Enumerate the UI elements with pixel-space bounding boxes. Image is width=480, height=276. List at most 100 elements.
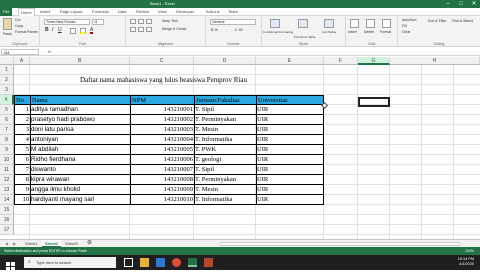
- table-header-cell[interactable]: NPM: [130, 95, 195, 105]
- cell-no[interactable]: 7: [14, 165, 30, 175]
- horizontal-scrollbar[interactable]: [220, 242, 460, 246]
- zoom-level[interactable]: 100%: [465, 247, 474, 255]
- cell-jurusan[interactable]: T. Informatika: [195, 195, 232, 205]
- row-header-selected[interactable]: 4: [0, 95, 14, 105]
- cell-npm[interactable]: 143210007: [131, 165, 193, 175]
- cell-universitas[interactable]: UIR: [257, 105, 268, 115]
- cell-jurusan[interactable]: T. Informatika: [195, 135, 232, 145]
- row-header[interactable]: 14: [0, 195, 14, 205]
- wrap-text-button[interactable]: Wrap Text: [162, 19, 178, 23]
- fill-button[interactable]: Fill: [402, 24, 406, 28]
- font-color-icon[interactable]: A: [90, 28, 94, 34]
- borders-icon[interactable]: [70, 28, 76, 34]
- cell-npm[interactable]: 143210003: [131, 125, 193, 135]
- cell-nama[interactable]: doni latu parisa: [31, 125, 74, 135]
- cell-universitas[interactable]: UIR: [257, 145, 268, 155]
- task-view-icon[interactable]: [124, 258, 133, 267]
- cell-nama[interactable]: antoniyan: [31, 135, 58, 145]
- sheet-tab-active[interactable]: Sheet2: [42, 240, 62, 247]
- row-header[interactable]: 16: [0, 215, 14, 225]
- row-header[interactable]: 8: [0, 135, 14, 145]
- tab-insert[interactable]: Insert: [40, 8, 50, 16]
- cell-no[interactable]: 6: [14, 155, 30, 165]
- find-select-button[interactable]: Find & Select: [452, 19, 473, 23]
- cell-no[interactable]: 9: [14, 185, 30, 195]
- minimize-icon[interactable]: –: [442, 0, 454, 8]
- cell-styles-icon[interactable]: [324, 19, 334, 28]
- cell-nama[interactable]: kipra wirawan: [31, 175, 70, 185]
- sheet-title[interactable]: Daftar nama mahasiswa yang lulus beasisw…: [80, 75, 247, 85]
- cell-jurusan[interactable]: T. Mesin: [195, 185, 218, 195]
- font-family-select[interactable]: Times New Roman: [44, 19, 90, 25]
- align-center-icon[interactable]: [138, 27, 144, 32]
- bold-icon[interactable]: B: [45, 28, 49, 33]
- comma-style-icon[interactable]: ,: [226, 28, 227, 32]
- taskbar-search-input[interactable]: Type here to search: [24, 257, 116, 268]
- column-header[interactable]: B: [30, 57, 130, 65]
- align-left-icon[interactable]: [130, 27, 136, 32]
- cell-jurusan[interactable]: T. Perminyakan: [195, 175, 236, 185]
- align-top-icon[interactable]: [130, 19, 136, 24]
- cell-no[interactable]: 8: [14, 175, 30, 185]
- name-box[interactable]: G4: [1, 49, 39, 55]
- autosum-button[interactable]: AutoSum: [402, 18, 416, 22]
- cell-universitas[interactable]: UIR: [257, 155, 268, 165]
- cell-jurusan[interactable]: T. PWK: [195, 145, 216, 155]
- row-header[interactable]: 5: [0, 105, 14, 115]
- column-header[interactable]: E: [256, 57, 324, 65]
- underline-icon[interactable]: U: [58, 28, 62, 33]
- maximize-icon[interactable]: □: [455, 0, 467, 8]
- sort-filter-button[interactable]: Sort & Filter: [428, 19, 446, 23]
- sheet-tab[interactable]: Sheet1: [22, 240, 41, 247]
- merge-center-button[interactable]: Merge & Center: [162, 27, 187, 31]
- cut-button[interactable]: Cut: [15, 18, 20, 22]
- delete-cells-icon[interactable]: [366, 19, 375, 28]
- row-header[interactable]: 3: [0, 85, 14, 95]
- column-header[interactable]: C: [130, 57, 194, 65]
- align-right-icon[interactable]: [146, 27, 152, 32]
- taskbar-clock[interactable]: 10:14 PM 4/1/2020: [458, 257, 474, 267]
- row-header[interactable]: 10: [0, 155, 14, 165]
- cell-npm[interactable]: 143210005: [131, 145, 193, 155]
- row-header[interactable]: 7: [0, 125, 14, 135]
- cell-no[interactable]: 5: [14, 145, 30, 155]
- row-header[interactable]: 11: [0, 165, 14, 175]
- row-header[interactable]: 12: [0, 175, 14, 185]
- cell-nama[interactable]: Ridho fierdhana: [31, 155, 75, 165]
- column-header-selected[interactable]: G: [358, 57, 390, 65]
- cell-universitas[interactable]: UIR: [257, 185, 268, 195]
- file-explorer-icon[interactable]: [140, 258, 149, 267]
- row-header[interactable]: 15: [0, 205, 14, 215]
- cell-universitas[interactable]: UIR: [257, 135, 268, 145]
- selected-cell[interactable]: [358, 97, 390, 107]
- edge-icon[interactable]: [156, 258, 165, 267]
- column-header[interactable]: F: [324, 57, 358, 65]
- row-header[interactable]: 13: [0, 185, 14, 195]
- tab-file[interactable]: File: [0, 8, 13, 16]
- clear-button[interactable]: Clear: [402, 30, 410, 34]
- row-header[interactable]: 6: [0, 115, 14, 125]
- tab-formulas[interactable]: Formulas: [92, 8, 109, 16]
- close-icon[interactable]: ✕: [468, 0, 480, 8]
- tab-developer[interactable]: Developer: [176, 8, 194, 16]
- select-all-corner[interactable]: [0, 57, 14, 65]
- cell-universitas[interactable]: UIR: [257, 125, 268, 135]
- number-format-select[interactable]: General: [210, 19, 256, 25]
- paste-button[interactable]: Paste: [3, 32, 12, 36]
- italic-icon[interactable]: I: [52, 28, 53, 33]
- cell-npm[interactable]: 143210008: [131, 175, 193, 185]
- tab-review[interactable]: Review: [136, 8, 149, 16]
- currency-icon[interactable]: $ %: [211, 28, 218, 32]
- cell-npm[interactable]: 143210009: [131, 185, 193, 195]
- row-header[interactable]: 17: [0, 225, 14, 235]
- tab-team[interactable]: Team: [228, 8, 238, 16]
- font-size-select[interactable]: 11: [92, 19, 104, 25]
- cell-styles-button[interactable]: Cell Styles: [322, 30, 336, 34]
- cell-npm[interactable]: 143210006: [131, 155, 193, 165]
- tab-view[interactable]: View: [158, 8, 167, 16]
- cell-nama[interactable]: aditya ramadhan: [31, 105, 78, 115]
- cell-nama[interactable]: M abdilah: [31, 145, 58, 155]
- tab-add-ins[interactable]: Add-ins: [206, 8, 220, 16]
- cell-jurusan[interactable]: T. Sipil: [195, 105, 214, 115]
- table-header-cell[interactable]: No.: [14, 95, 31, 105]
